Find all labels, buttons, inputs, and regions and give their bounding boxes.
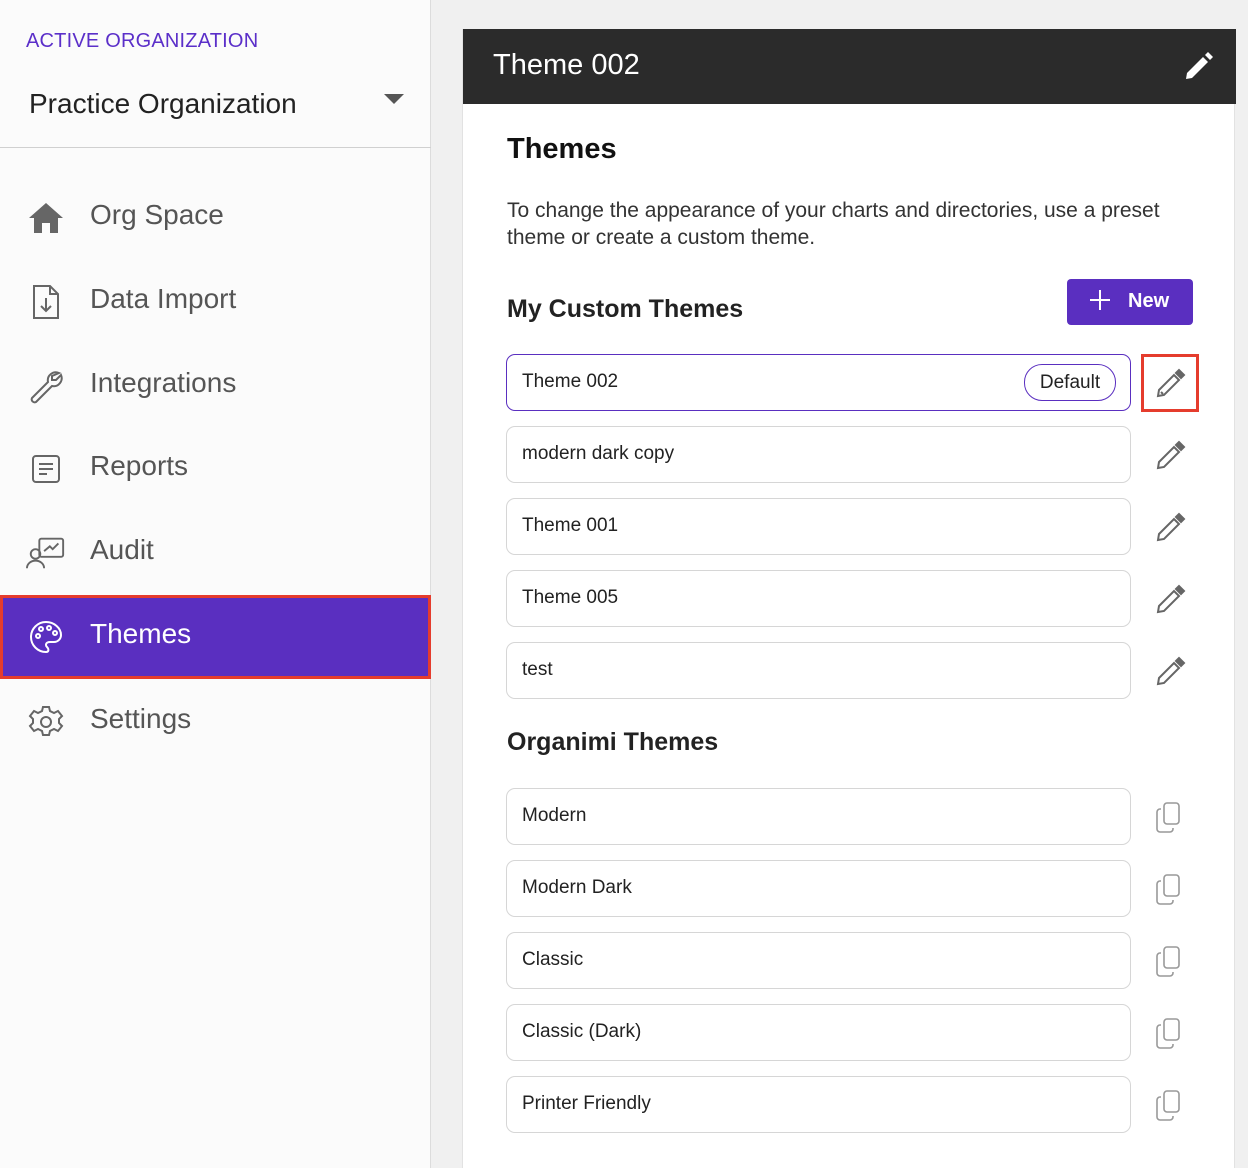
custom-theme-row[interactable]: Theme 005 (506, 570, 1131, 627)
custom-theme-row[interactable]: Theme 001 (506, 498, 1131, 555)
copy-icon[interactable] (1153, 1088, 1187, 1122)
custom-themes-title: My Custom Themes (507, 295, 744, 323)
theme-name: Classic (Dark) (522, 1021, 642, 1042)
organization-selector[interactable]: Practice Organization (0, 76, 431, 148)
custom-theme-row[interactable]: modern dark copy (506, 426, 1131, 483)
sidebar-item-org-space[interactable]: Org Space (0, 176, 431, 260)
sidebar-item-themes[interactable]: Themes (0, 595, 431, 679)
copy-icon[interactable] (1153, 944, 1187, 978)
theme-header: Theme 002 (463, 29, 1236, 104)
organization-name: Practice Organization (29, 88, 297, 119)
preset-theme-row[interactable]: Modern (506, 788, 1131, 845)
custom-theme-row[interactable]: test (506, 642, 1131, 699)
theme-name: Classic (522, 949, 584, 970)
gear-icon (26, 702, 66, 742)
theme-name: Theme 001 (522, 515, 619, 536)
file-import-icon (26, 282, 66, 322)
sidebar-item-integrations[interactable]: Integrations (0, 344, 431, 428)
theme-name: Theme 005 (522, 587, 619, 608)
sidebar-item-audit[interactable]: Audit (0, 511, 431, 595)
theme-name: Modern (522, 805, 587, 826)
theme-name: test (522, 659, 553, 680)
pencil-icon[interactable] (1181, 49, 1215, 83)
sidebar-item-label: Settings (90, 703, 192, 734)
preset-theme-row[interactable]: Modern Dark (506, 860, 1131, 917)
custom-theme-row[interactable]: Theme 002 Default (506, 354, 1131, 411)
new-theme-button[interactable]: New (1067, 279, 1193, 325)
pencil-icon[interactable] (1153, 582, 1187, 616)
report-icon (26, 449, 66, 489)
wrench-icon (26, 366, 66, 406)
pencil-icon[interactable] (1153, 654, 1187, 688)
palette-icon (26, 617, 66, 657)
preset-theme-row[interactable]: Classic (506, 932, 1131, 989)
theme-header-title: Theme 002 (493, 49, 640, 81)
pencil-icon[interactable] (1153, 438, 1187, 472)
pencil-icon[interactable] (1153, 510, 1187, 544)
page-description: To change the appearance of your charts … (507, 199, 1160, 249)
sidebar-item-label: Org Space (90, 199, 224, 230)
sidebar-item-label: Themes (90, 618, 192, 649)
default-badge: Default (1024, 364, 1116, 401)
sidebar-item-settings[interactable]: Settings (0, 680, 431, 764)
sidebar-item-reports[interactable]: Reports (0, 427, 431, 511)
sidebar: ACTIVE ORGANIZATION Practice Organizatio… (0, 0, 431, 1168)
sidebar-item-label: Reports (90, 450, 189, 481)
theme-name: Modern Dark (522, 877, 632, 898)
plus-icon (1089, 288, 1111, 310)
theme-name: Theme 002 (522, 371, 619, 392)
chevron-down-icon (384, 94, 404, 104)
copy-icon[interactable] (1153, 872, 1187, 906)
theme-name: Printer Friendly (522, 1093, 651, 1114)
pencil-icon[interactable] (1141, 354, 1199, 412)
sidebar-item-data-import[interactable]: Data Import (0, 260, 431, 344)
new-theme-button-label: New (1128, 290, 1170, 312)
sidebar-item-label: Audit (90, 534, 154, 565)
copy-icon[interactable] (1153, 800, 1187, 834)
organimi-themes-title: Organimi Themes (507, 728, 719, 756)
sidebar-item-label: Data Import (90, 283, 237, 314)
theme-name: modern dark copy (522, 443, 675, 464)
home-icon (26, 198, 66, 238)
audit-icon (26, 533, 66, 573)
preset-theme-row[interactable]: Printer Friendly (506, 1076, 1131, 1133)
copy-icon[interactable] (1153, 1016, 1187, 1050)
active-organization-label: ACTIVE ORGANIZATION (26, 30, 259, 52)
page-title: Themes (507, 133, 617, 165)
sidebar-item-label: Integrations (90, 367, 237, 398)
preset-theme-row[interactable]: Classic (Dark) (506, 1004, 1131, 1061)
theme-panel: Theme 002 Themes To change the appearanc… (462, 29, 1236, 1168)
